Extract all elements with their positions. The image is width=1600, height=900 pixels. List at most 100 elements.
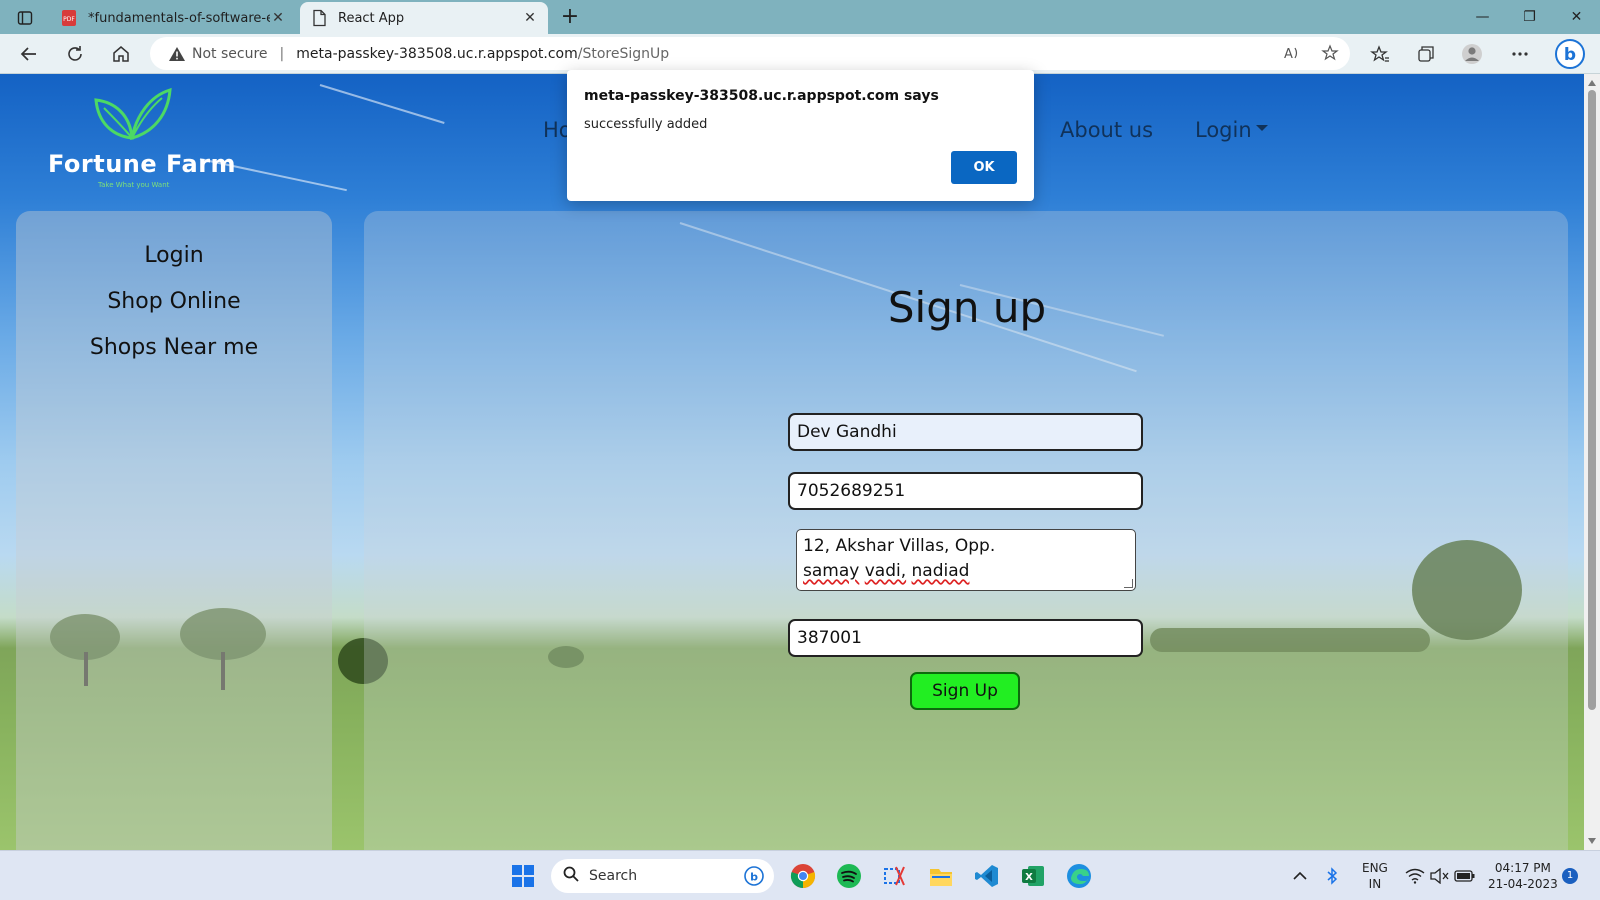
notification-badge[interactable]: 1 <box>1562 868 1578 884</box>
edge-icon[interactable] <box>1064 861 1094 891</box>
spotify-icon[interactable] <box>834 861 864 891</box>
favorites-icon[interactable] <box>1365 40 1395 68</box>
resize-handle-icon[interactable] <box>1124 579 1133 588</box>
clock-time: 04:17 PM <box>1494 861 1551 875</box>
battery-icon[interactable] <box>1453 861 1477 891</box>
svg-text:PDF: PDF <box>63 16 75 23</box>
close-tab-icon[interactable]: ✕ <box>270 10 286 26</box>
sidebar-item-shop-online[interactable]: Shop Online <box>16 289 332 314</box>
address-line-1: 12, Akshar Villas, Opp. <box>803 536 996 556</box>
sky-streak <box>319 84 445 124</box>
browser-tab-strip: PDF *fundamentals-of-software-engi ✕ Rea… <box>0 0 1600 34</box>
page-icon <box>310 9 328 27</box>
dialog-message: successfully added <box>584 117 708 132</box>
bluetooth-icon[interactable] <box>1322 861 1342 891</box>
vscode-icon[interactable] <box>972 861 1002 891</box>
excel-icon[interactable]: X <box>1018 861 1048 891</box>
search-label: Search <box>589 868 638 884</box>
taskbar-clock[interactable]: 04:17 PM 21-04-2023 <box>1488 860 1558 892</box>
address-word: vadi, <box>864 561 907 581</box>
snipping-tool-icon[interactable] <box>880 861 910 891</box>
scroll-thumb[interactable] <box>1588 90 1596 710</box>
profile-avatar-icon[interactable] <box>1457 40 1487 68</box>
tab-title: *fundamentals-of-software-engi <box>88 10 270 26</box>
address-word: nadiad <box>911 561 970 581</box>
sidebar: Login Shop Online Shops Near me <box>16 211 332 850</box>
bing-chat-icon[interactable]: b <box>1552 38 1588 70</box>
phone-field[interactable]: 7052689251 <box>788 472 1143 510</box>
close-window-icon[interactable]: ✕ <box>1553 0 1600 34</box>
address-textarea[interactable]: 12, Akshar Villas, Opp. samay vadi, nadi… <box>796 529 1136 591</box>
refresh-icon[interactable] <box>60 40 90 68</box>
new-tab-button[interactable]: + <box>556 4 584 32</box>
wifi-icon[interactable] <box>1404 861 1426 891</box>
more-menu-icon[interactable] <box>1505 40 1535 68</box>
nav-login-dropdown[interactable]: Login <box>1195 118 1268 142</box>
security-label[interactable]: Not secure <box>192 46 268 62</box>
search-icon <box>563 866 579 886</box>
signup-card: Sign up Dev Gandhi 7052689251 12, Akshar… <box>364 211 1568 850</box>
home-icon[interactable] <box>106 40 136 68</box>
sidebar-item-shops-near-me[interactable]: Shops Near me <box>16 335 332 360</box>
scroll-down-icon[interactable] <box>1588 838 1596 844</box>
input-language[interactable]: ENG IN <box>1362 860 1388 892</box>
url-host: meta-passkey-383508.uc.r.appspot.com <box>296 45 578 62</box>
windows-taskbar: Search b X ENG IN 04:17 PM 21-04-2023 1 <box>0 850 1600 900</box>
warning-icon[interactable] <box>168 45 186 63</box>
ok-button[interactable]: OK <box>951 151 1017 184</box>
back-arrow-icon[interactable] <box>14 40 44 68</box>
lang-region: IN <box>1368 877 1382 891</box>
page-title-text: Sign up <box>887 283 1047 332</box>
address-line-2: samay vadi, nadiad <box>803 559 1129 584</box>
sidebar-item-login[interactable]: Login <box>16 243 332 268</box>
divider: | <box>279 45 285 62</box>
chrome-icon[interactable] <box>788 861 818 891</box>
collections-icon[interactable] <box>1411 40 1441 68</box>
dialog-title: meta-passkey-383508.uc.r.appspot.com say… <box>584 88 939 104</box>
volume-muted-icon[interactable] <box>1428 861 1450 891</box>
svg-text:A: A <box>1284 47 1293 62</box>
lang-code: ENG <box>1362 861 1388 875</box>
svg-text:b: b <box>750 871 758 884</box>
url-path: /StoreSignUp <box>577 45 670 62</box>
restore-icon[interactable]: ❐ <box>1506 0 1553 34</box>
minimize-icon[interactable]: — <box>1459 0 1506 34</box>
page-title: Sign up <box>364 283 1568 332</box>
phone-value: 7052689251 <box>797 481 906 501</box>
caret-down-icon <box>1255 125 1268 131</box>
brand-tagline: Take What you Want <box>98 181 170 189</box>
chevron-up-icon[interactable] <box>1290 861 1310 891</box>
pincode-field[interactable]: 387001 <box>788 619 1143 657</box>
file-explorer-icon[interactable] <box>926 861 956 891</box>
name-field[interactable]: Dev Gandhi <box>788 413 1143 451</box>
leaf-icon <box>94 87 172 141</box>
nav-about-us[interactable]: About us <box>1060 118 1153 142</box>
tab-actions-icon[interactable] <box>10 6 40 30</box>
pdf-icon: PDF <box>60 9 78 27</box>
start-windows-icon[interactable] <box>508 861 538 891</box>
browser-toolbar: Not secure | meta-passkey-383508.uc.r.ap… <box>0 34 1600 74</box>
brand-name: Fortune Farm <box>48 150 237 178</box>
name-value: Dev Gandhi <box>797 422 897 442</box>
taskbar-search[interactable]: Search b <box>551 859 774 893</box>
page-scrollbar[interactable] <box>1584 74 1600 850</box>
svg-text:b: b <box>1564 45 1576 65</box>
svg-text:X: X <box>1025 872 1033 883</box>
read-aloud-icon[interactable]: A <box>1282 43 1302 63</box>
close-tab-icon[interactable]: ✕ <box>522 10 538 26</box>
window-controls: — ❐ ✕ <box>1459 0 1600 34</box>
address-bar-actions: A <box>1282 43 1340 63</box>
alert-dialog: meta-passkey-383508.uc.r.appspot.com say… <box>567 70 1034 201</box>
tab-title: React App <box>338 10 405 26</box>
signup-button[interactable]: Sign Up <box>910 672 1020 710</box>
bing-icon: b <box>744 866 764 890</box>
tab-pdf[interactable]: PDF *fundamentals-of-software-engi ✕ <box>50 2 296 34</box>
address-bar[interactable]: Not secure | meta-passkey-383508.uc.r.ap… <box>150 37 1350 70</box>
pincode-value: 387001 <box>797 628 862 648</box>
add-favorite-icon[interactable] <box>1320 43 1340 63</box>
tab-react-app[interactable]: React App ✕ <box>300 2 548 34</box>
site-logo[interactable]: Fortune Farm Take What you Want <box>48 84 236 194</box>
clock-date: 21-04-2023 <box>1488 877 1558 891</box>
scroll-up-icon[interactable] <box>1588 80 1596 86</box>
address-word: samay <box>803 561 860 581</box>
